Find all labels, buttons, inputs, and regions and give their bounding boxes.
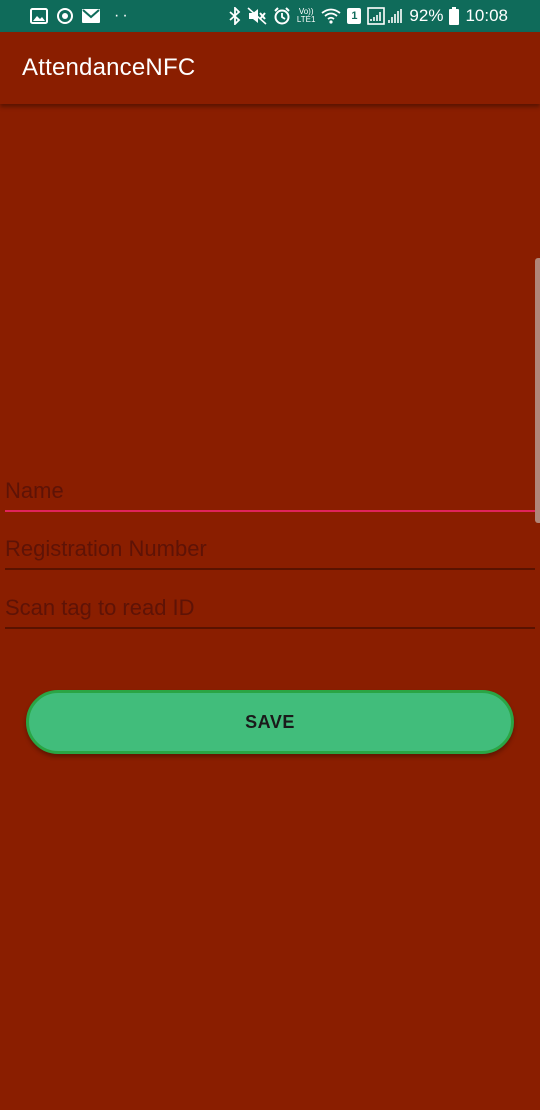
registration-number-input[interactable] bbox=[5, 530, 535, 568]
image-icon bbox=[30, 8, 48, 24]
bluetooth-icon bbox=[229, 7, 241, 25]
app-bar: AttendanceNFC bbox=[0, 32, 540, 104]
notification-dots: ·· bbox=[114, 7, 131, 24]
sync-icon bbox=[56, 7, 74, 25]
volte-label-bottom: LTE1 bbox=[296, 15, 316, 24]
wifi-icon bbox=[321, 8, 341, 24]
name-field[interactable] bbox=[5, 472, 535, 512]
scan-tag-field[interactable] bbox=[5, 589, 535, 629]
volte-icon: Vo)) LTE1 bbox=[297, 8, 316, 24]
battery-percentage: 92% bbox=[409, 6, 444, 25]
status-bar: ·· Vo)) LTE1 1 92% 10:08 bbox=[0, 0, 540, 32]
mail-icon bbox=[82, 9, 100, 23]
name-input[interactable] bbox=[5, 472, 535, 510]
clock: 10:08 bbox=[465, 6, 508, 25]
save-button[interactable]: SAVE bbox=[26, 690, 514, 754]
alarm-icon bbox=[273, 7, 291, 25]
sim-icon: 1 bbox=[347, 8, 362, 24]
scroll-indicator[interactable] bbox=[535, 258, 540, 523]
sim-label: 1 bbox=[351, 10, 358, 22]
status-right-icons: Vo)) LTE1 1 92% 10:08 bbox=[223, 6, 508, 26]
app-title: AttendanceNFC bbox=[22, 54, 196, 81]
registration-number-field[interactable] bbox=[5, 530, 535, 570]
mute-icon bbox=[247, 7, 267, 25]
signal-icon bbox=[367, 7, 403, 25]
scan-tag-input[interactable] bbox=[5, 589, 535, 627]
status-left-icons: ·· bbox=[30, 7, 139, 25]
battery-icon bbox=[449, 7, 460, 25]
